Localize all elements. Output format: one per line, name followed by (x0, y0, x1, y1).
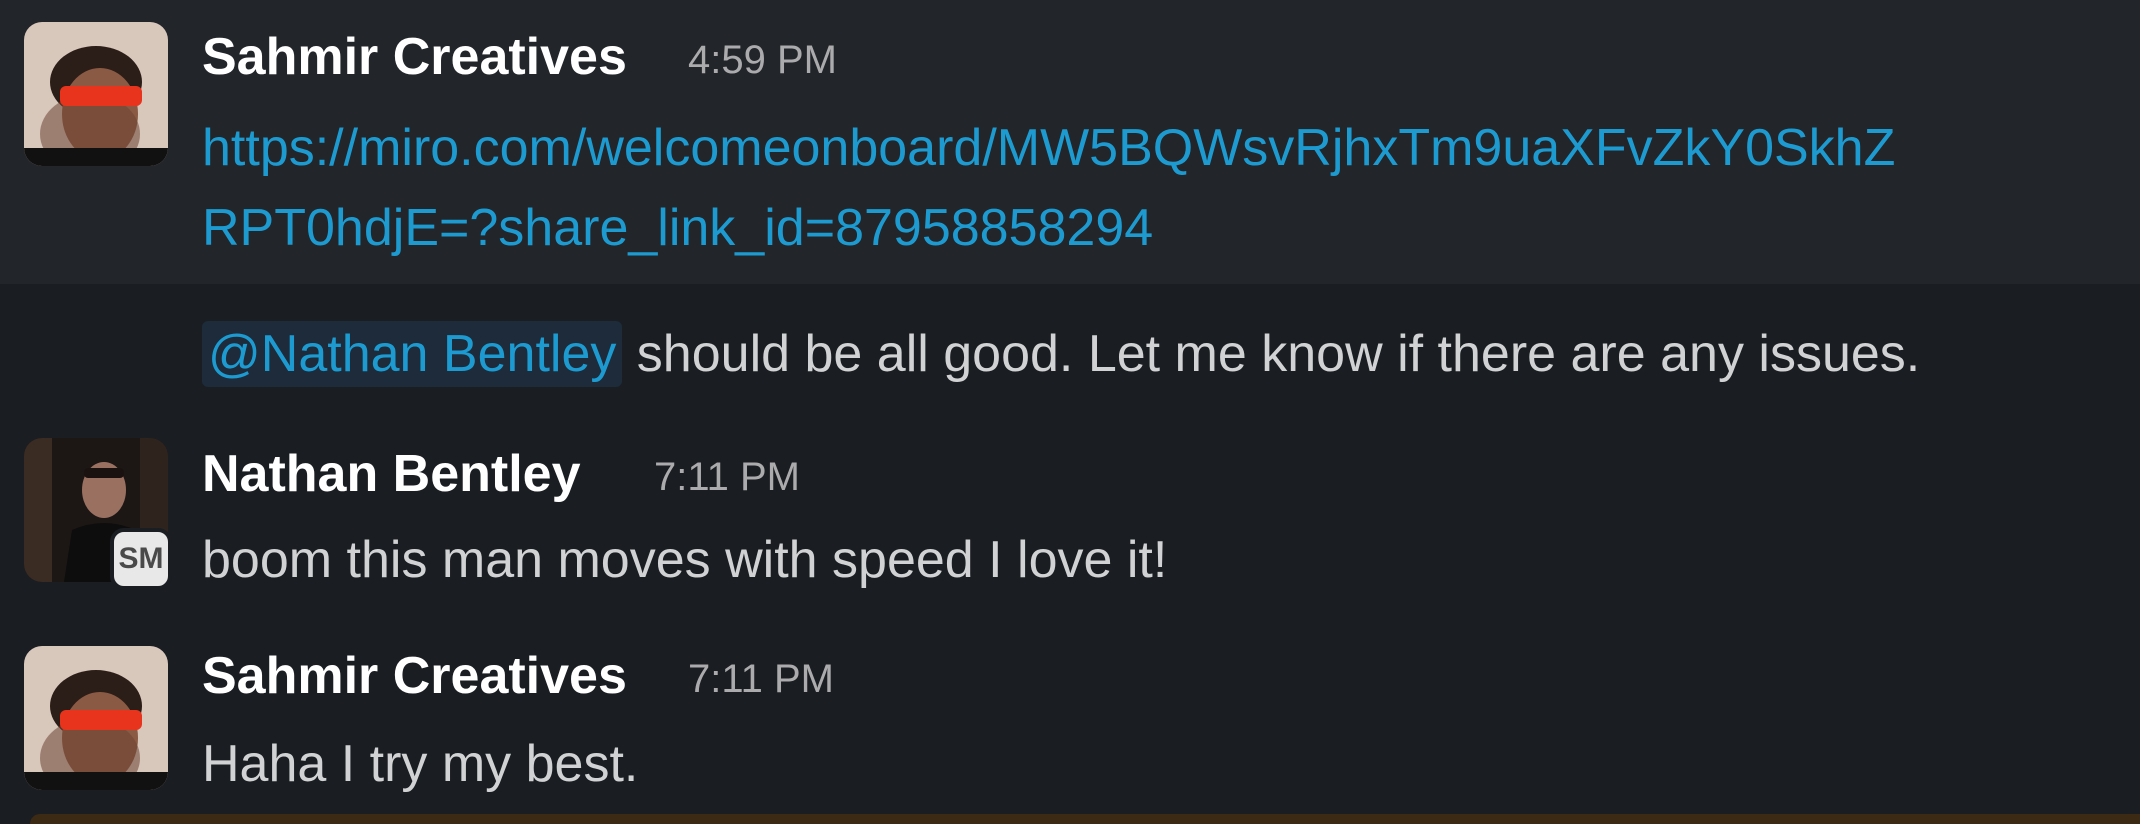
sender-name[interactable]: Nathan Bentley (202, 448, 581, 500)
user-initials-badge: SM (110, 528, 172, 590)
message-text: boom this man moves with speed I love it… (202, 531, 1168, 589)
avatar-sahmir[interactable] (24, 646, 168, 790)
message-body-continued: RPT0hdjE=?share_link_id=87958858294 (202, 202, 1153, 254)
message-sahmir-link[interactable]: Sahmir Creatives 4:59 PM https://miro.co… (0, 0, 2140, 284)
miro-link[interactable]: https://miro.com/welcomeonboard/MW5BQWsv… (202, 119, 1895, 177)
avatar-photo-icon (24, 22, 168, 166)
message-text: Haha I try my best. (202, 735, 639, 793)
miro-link-continued[interactable]: RPT0hdjE=?share_link_id=87958858294 (202, 199, 1153, 257)
message-body: @Nathan Bentley should be all good. Let … (202, 321, 1921, 387)
message-text: should be all good. Let me know if there… (622, 325, 1921, 383)
message-sahmir-reply[interactable]: Sahmir Creatives 7:11 PM Haha I try my b… (0, 624, 2140, 814)
message-timestamp[interactable]: 7:11 PM (654, 457, 800, 497)
message-sahmir-mention[interactable]: @Nathan Bentley should be all good. Let … (0, 284, 2140, 424)
sender-name[interactable]: Sahmir Creatives (202, 650, 627, 702)
avatar-sahmir[interactable] (24, 22, 168, 166)
message-timestamp[interactable]: 4:59 PM (688, 40, 837, 80)
message-body: https://miro.com/welcomeonboard/MW5BQWsv… (202, 122, 1895, 174)
sender-name[interactable]: Sahmir Creatives (202, 31, 627, 83)
redaction-bar-icon (60, 86, 142, 106)
message-nathan[interactable]: SM Nathan Bentley 7:11 PM boom this man … (0, 424, 2140, 624)
next-message-edge (30, 814, 2140, 824)
redaction-bar-icon (60, 710, 142, 730)
message-timestamp[interactable]: 7:11 PM (688, 659, 834, 699)
user-mention[interactable]: @Nathan Bentley (202, 321, 623, 387)
avatar-photo-icon (24, 646, 168, 790)
